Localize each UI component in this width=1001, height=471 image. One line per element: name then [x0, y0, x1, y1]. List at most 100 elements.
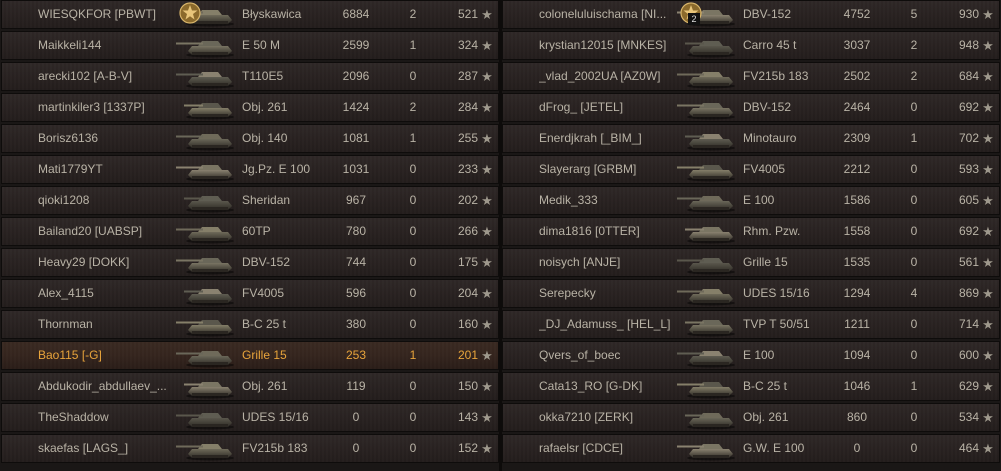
player-name: skaefas [LAGS_]: [38, 441, 129, 455]
damage-value: 1081: [342, 131, 370, 145]
player-row[interactable]: Thornman B-C 25 t 380 0 160 ★: [1, 310, 499, 339]
xp-value: 869: [958, 286, 979, 300]
damage-value: 1424: [342, 100, 370, 114]
kills-value: 1: [409, 131, 417, 145]
player-name: _vlad_2002UA [AZ0W]: [539, 69, 661, 83]
kills-value: 0: [409, 441, 417, 455]
vehicle-name: Grille 15: [743, 255, 788, 269]
player-row[interactable]: dima1816 [0TTER] Rhm. Pzw. 1558 0 692 ★: [502, 217, 1000, 246]
player-row[interactable]: Slayerarg [GRBM] FV4005 2212 0 593 ★: [502, 155, 1000, 184]
player-row[interactable]: Abdukodir_abdullaev_... Obj. 261 119 0 150 ★: [1, 372, 499, 401]
player-row[interactable]: _DJ_Adamuss_ [HEL_L] TVP T 50/51 1211 0 714…: [502, 310, 1000, 339]
player-row[interactable]: Borisz6136 Obj. 140 1081 1 255 ★: [1, 124, 499, 153]
kills-value: 0: [910, 410, 918, 424]
damage-value: 1094: [843, 348, 871, 362]
star-icon: ★: [982, 348, 994, 363]
tank-icon: [675, 313, 737, 337]
player-row[interactable]: Heavy29 [DOKK] DBV-152 744 0 175 ★: [1, 248, 499, 277]
vehicle-name: Obj. 140: [242, 131, 288, 145]
tank-icon: [174, 406, 236, 430]
damage-value: 0: [853, 441, 861, 455]
damage-value: 1586: [843, 193, 871, 207]
medal-icon: [178, 1, 202, 25]
vehicle-name: B-C 25 t: [743, 379, 788, 393]
player-name: Borisz6136: [38, 131, 99, 145]
kills-value: 0: [910, 224, 918, 238]
player-name: qioki1208: [38, 193, 90, 207]
xp-value: 521: [457, 7, 478, 21]
xp-value: 593: [958, 162, 979, 176]
player-row[interactable]: noisych [ANJE] Grille 15 1535 0 561 ★: [502, 248, 1000, 277]
kills-value: 0: [409, 69, 417, 83]
tank-icon: [675, 406, 737, 430]
xp-value: 324: [457, 38, 478, 52]
player-row[interactable]: Cata13_RO [G-DK] B-C 25 t 1046 1 629 ★: [502, 372, 1000, 401]
player-row[interactable]: Bao115 [-G] Grille 15 253 1 201 ★: [1, 341, 499, 370]
player-row[interactable]: Medik_333 E 100 1586 0 605 ★: [502, 186, 1000, 215]
medal-count-badge: 2: [688, 13, 700, 25]
player-name: Serepecky: [539, 286, 596, 300]
star-icon: ★: [982, 100, 994, 115]
player-row[interactable]: Mati1779YT Jg.Pz. E 100 1031 0 233 ★: [1, 155, 499, 184]
damage-value: 780: [345, 224, 367, 238]
player-name: Thornman: [38, 317, 93, 331]
player-name: Medik_333: [539, 193, 598, 207]
vehicle-name: Grille 15: [242, 348, 287, 362]
star-icon: ★: [481, 379, 493, 394]
player-row[interactable]: skaefas [LAGS_] FV215b 183 0 0 152 ★: [1, 434, 499, 463]
player-name: Cata13_RO [G-DK]: [539, 379, 643, 393]
player-row[interactable]: Bailand20 [UABSP] 60TP 780 0 266 ★: [1, 217, 499, 246]
damage-value: 1294: [843, 286, 871, 300]
player-row[interactable]: Enerdjkrah [_BIM_] Minotauro 2309 1 702 ★: [502, 124, 1000, 153]
right-team-list: coloneluluischama [NI... 2 DBV-152 4752 5 93…: [502, 0, 1000, 471]
player-row[interactable]: TheShaddow UDES 15/16 0 0 143 ★: [1, 403, 499, 432]
damage-value: 2464: [843, 100, 871, 114]
kills-value: 2: [409, 100, 417, 114]
xp-value: 692: [958, 224, 979, 238]
vehicle-name: G.W. E 100: [743, 441, 805, 455]
tank-icon: [675, 344, 737, 368]
player-row[interactable]: dFrog_ [JETEL] DBV-152 2464 0 692 ★: [502, 93, 1000, 122]
damage-value: 380: [345, 317, 367, 331]
player-row[interactable]: Alex_4115 FV4005 596 0 204 ★: [1, 279, 499, 308]
player-row[interactable]: qioki1208 Sheridan 967 0 202 ★: [1, 186, 499, 215]
player-row[interactable]: Maikkeli144 E 50 M 2599 1 324 ★: [1, 31, 499, 60]
xp-value: 948: [958, 38, 979, 52]
damage-value: 744: [345, 255, 367, 269]
player-row[interactable]: coloneluluischama [NI... 2 DBV-152 4752 5 93…: [502, 0, 1000, 29]
vehicle-name: TVP T 50/51: [743, 317, 810, 331]
player-name: arecki102 [A-B-V]: [38, 69, 133, 83]
player-row[interactable]: _vlad_2002UA [AZ0W] FV215b 183 2502 2 684 ★: [502, 62, 1000, 91]
player-row[interactable]: rafaelsr [CDCE] G.W. E 100 0 0 464 ★: [502, 434, 1000, 463]
star-icon: ★: [481, 410, 493, 425]
kills-value: 1: [409, 348, 417, 362]
player-name: _DJ_Adamuss_ [HEL_L]: [539, 317, 671, 331]
kills-value: 0: [910, 441, 918, 455]
vehicle-name: UDES 15/16: [242, 410, 309, 424]
player-name: Alex_4115: [38, 286, 94, 300]
star-icon: ★: [481, 7, 493, 22]
player-row[interactable]: arecki102 [A-B-V] T110E5 2096 0 287 ★: [1, 62, 499, 91]
kills-value: 0: [409, 162, 417, 176]
kills-value: 0: [910, 317, 918, 331]
player-row[interactable]: WIESQKFOR [PBWT] Błyskawica 6884 2 521 ★: [1, 0, 499, 29]
player-row[interactable]: Serepecky UDES 15/16 1294 4 869 ★: [502, 279, 1000, 308]
xp-value: 233: [457, 162, 478, 176]
damage-value: 119: [346, 379, 366, 393]
xp-value: 284: [457, 100, 478, 114]
xp-value: 714: [958, 317, 979, 331]
player-name: dFrog_ [JETEL]: [539, 100, 624, 114]
vehicle-name: Rhm. Pzw.: [743, 224, 801, 238]
star-icon: ★: [982, 224, 994, 239]
xp-value: 204: [457, 286, 478, 300]
vehicle-name: E 100: [743, 348, 775, 362]
player-row[interactable]: krystian12015 [MNKES] Carro 45 t 3037 2 948…: [502, 31, 1000, 60]
player-row[interactable]: martinkiler3 [1337P] Obj. 261 1424 2 284 ★: [1, 93, 499, 122]
player-row[interactable]: Qvers_of_boec E 100 1094 0 600 ★: [502, 341, 1000, 370]
xp-value: 702: [958, 131, 979, 145]
star-icon: ★: [982, 379, 994, 394]
xp-value: 255: [457, 131, 478, 145]
star-icon: ★: [982, 131, 994, 146]
star-icon: ★: [982, 410, 994, 425]
player-row[interactable]: okka7210 [ZERK] Obj. 261 860 0 534 ★: [502, 403, 1000, 432]
